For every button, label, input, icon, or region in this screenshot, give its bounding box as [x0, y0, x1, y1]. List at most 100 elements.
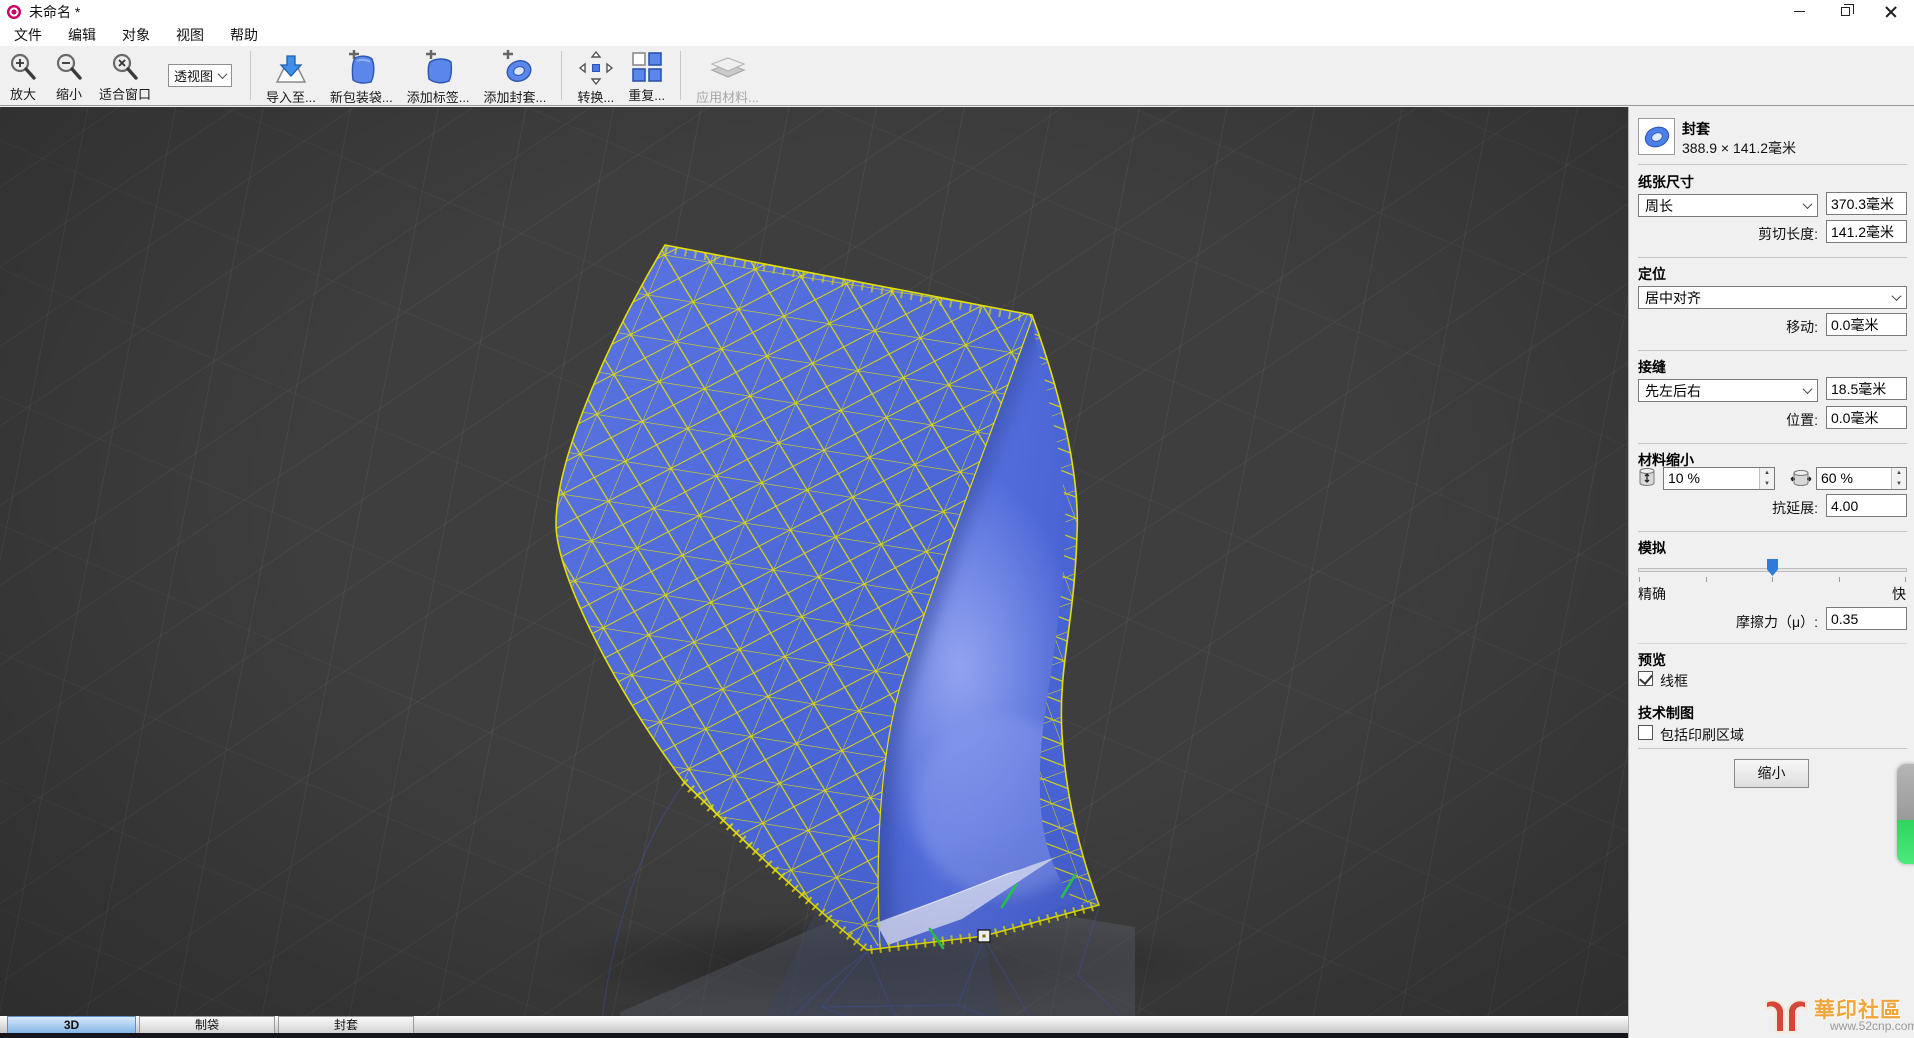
- restore-icon: [1840, 4, 1854, 16]
- restore-button[interactable]: [1822, 0, 1868, 23]
- tab-bag-making[interactable]: 制袋: [139, 1016, 275, 1033]
- menu-edit[interactable]: 编辑: [58, 23, 106, 47]
- import-button[interactable]: 导入至...: [259, 46, 323, 105]
- transform-icon: [578, 50, 614, 86]
- minimize-button[interactable]: [1776, 0, 1822, 23]
- seam-position-field[interactable]: [1826, 406, 1907, 429]
- object-title: 封套: [1682, 121, 1710, 137]
- apply-material-icon: [708, 50, 748, 86]
- zoom-out-button[interactable]: 缩小: [46, 46, 92, 105]
- add-sleeve-icon: [495, 50, 535, 86]
- bottom-strip: [0, 1033, 1628, 1038]
- selection-handle[interactable]: [977, 929, 991, 943]
- spinner-arrows-icon[interactable]: ▲ ▼: [1759, 468, 1774, 489]
- wireframe-checkbox[interactable]: [1638, 671, 1653, 686]
- slider-tick: [1639, 577, 1640, 582]
- view-tab-bar: 3D 制袋 封套: [0, 1016, 1628, 1033]
- simulation-title: 模拟: [1638, 540, 1666, 556]
- move-field[interactable]: [1826, 313, 1907, 336]
- wireframe-label: 线框: [1660, 673, 1688, 689]
- stretch-resist-field[interactable]: [1826, 494, 1907, 517]
- circumference-field[interactable]: [1826, 192, 1907, 215]
- watermark: 華印社區 www.52cnp.com: [1760, 992, 1914, 1036]
- simulation-slider-handle[interactable]: [1767, 559, 1778, 576]
- toolbar: 放大 缩小 适合窗口 透视图 导入至... 新包装袋... 添加标签... 添加…: [0, 46, 1914, 106]
- chevron-down-icon: [1802, 384, 1813, 395]
- alignment-dropdown[interactable]: 居中对齐: [1638, 286, 1907, 309]
- slider-label-fast: 快: [1892, 586, 1906, 602]
- include-print-area-checkbox[interactable]: [1638, 725, 1653, 740]
- menu-file[interactable]: 文件: [4, 23, 52, 47]
- separator: [1638, 164, 1907, 165]
- zoom-out-icon: [53, 50, 85, 83]
- chevron-down-icon: [1802, 199, 1813, 210]
- separator: [1638, 531, 1907, 532]
- minimize-icon: [1793, 11, 1805, 12]
- toolbar-separator: [680, 51, 682, 100]
- separator: [1638, 643, 1907, 644]
- slider-tick: [1772, 577, 1773, 582]
- shrink-vertical-spinner[interactable]: 10 % ▲ ▼: [1663, 467, 1775, 490]
- separator: [1638, 350, 1907, 351]
- import-icon: [272, 50, 310, 86]
- sleeve-object-icon: [1638, 118, 1675, 155]
- menu-bar: 文件 编辑 对象 视图 帮助: [0, 23, 1914, 46]
- seam-title: 接缝: [1638, 359, 1666, 375]
- include-print-area-label: 包括印刷区域: [1660, 727, 1744, 743]
- fit-window-icon: [109, 50, 141, 83]
- shrink-vertical-icon: [1637, 467, 1657, 492]
- properties-panel: 封套 388.9 × 141.2毫米 纸张尺寸 周长 剪切长度: 定位 居中对齐…: [1628, 107, 1914, 1038]
- tab-sleeve[interactable]: 封套: [278, 1016, 414, 1033]
- zoom-in-icon: [7, 50, 39, 83]
- menu-object[interactable]: 对象: [112, 23, 160, 47]
- title-bar: 未命名 *: [0, 0, 1914, 23]
- new-bag-icon: [341, 50, 381, 86]
- close-button[interactable]: [1868, 0, 1914, 23]
- pouch-3d-model: [540, 244, 1220, 1038]
- repeat-button[interactable]: 重复...: [621, 46, 672, 105]
- slider-tick: [1839, 577, 1840, 582]
- app-logo-icon: [7, 4, 21, 19]
- zoom-in-button[interactable]: 放大: [0, 46, 46, 105]
- fit-window-button[interactable]: 适合窗口: [92, 46, 158, 105]
- add-label-button[interactable]: 添加标签...: [400, 46, 477, 105]
- slider-label-accurate: 精确: [1638, 586, 1666, 602]
- shrink-horizontal-icon: [1789, 467, 1813, 492]
- move-label: 移动:: [1786, 319, 1818, 335]
- chevron-down-icon: [1891, 291, 1902, 302]
- cut-length-label: 剪切长度:: [1758, 226, 1818, 242]
- viewport-3d[interactable]: 3D 制袋 封套: [0, 107, 1628, 1038]
- seam-type-dropdown[interactable]: 先左后右: [1638, 379, 1818, 402]
- toolbar-separator: [561, 51, 563, 100]
- toolbar-separator: [250, 51, 252, 100]
- watermark-url: www.52cnp.com: [1830, 1019, 1914, 1033]
- new-bag-button[interactable]: 新包装袋...: [323, 46, 400, 105]
- separator: [1638, 443, 1907, 444]
- paper-size-dropdown[interactable]: 周长: [1638, 194, 1818, 217]
- slider-tick: [1706, 577, 1707, 582]
- menu-help[interactable]: 帮助: [220, 23, 268, 47]
- paper-size-title: 纸张尺寸: [1638, 174, 1694, 190]
- cut-length-field[interactable]: [1826, 220, 1907, 243]
- repeat-icon: [630, 50, 664, 84]
- shrink-button[interactable]: 缩小: [1734, 759, 1809, 788]
- tab-3d[interactable]: 3D: [7, 1016, 136, 1033]
- transform-button[interactable]: 转换...: [570, 46, 621, 105]
- friction-label: 摩擦力（μ）:: [1736, 614, 1818, 630]
- spinner-arrows-icon[interactable]: ▲ ▼: [1891, 468, 1906, 489]
- add-sleeve-button[interactable]: 添加封套...: [477, 46, 554, 105]
- positioning-title: 定位: [1638, 266, 1666, 282]
- menu-view[interactable]: 视图: [166, 23, 214, 47]
- chevron-down-icon: [217, 69, 228, 80]
- view-mode-dropdown[interactable]: 透视图: [168, 64, 233, 87]
- edge-pill-indicator: [1897, 764, 1914, 864]
- watermark-logo-icon: [1765, 999, 1807, 1033]
- technical-drawing-title: 技术制图: [1638, 705, 1694, 721]
- shrink-horizontal-spinner[interactable]: 60 % ▲ ▼: [1816, 467, 1907, 490]
- friction-field[interactable]: [1826, 607, 1907, 630]
- seam-width-field[interactable]: [1826, 377, 1907, 400]
- slider-tick: [1905, 577, 1906, 582]
- stretch-resist-label: 抗延展:: [1772, 500, 1818, 516]
- seam-position-label: 位置:: [1786, 412, 1818, 428]
- add-label-icon: [418, 50, 458, 86]
